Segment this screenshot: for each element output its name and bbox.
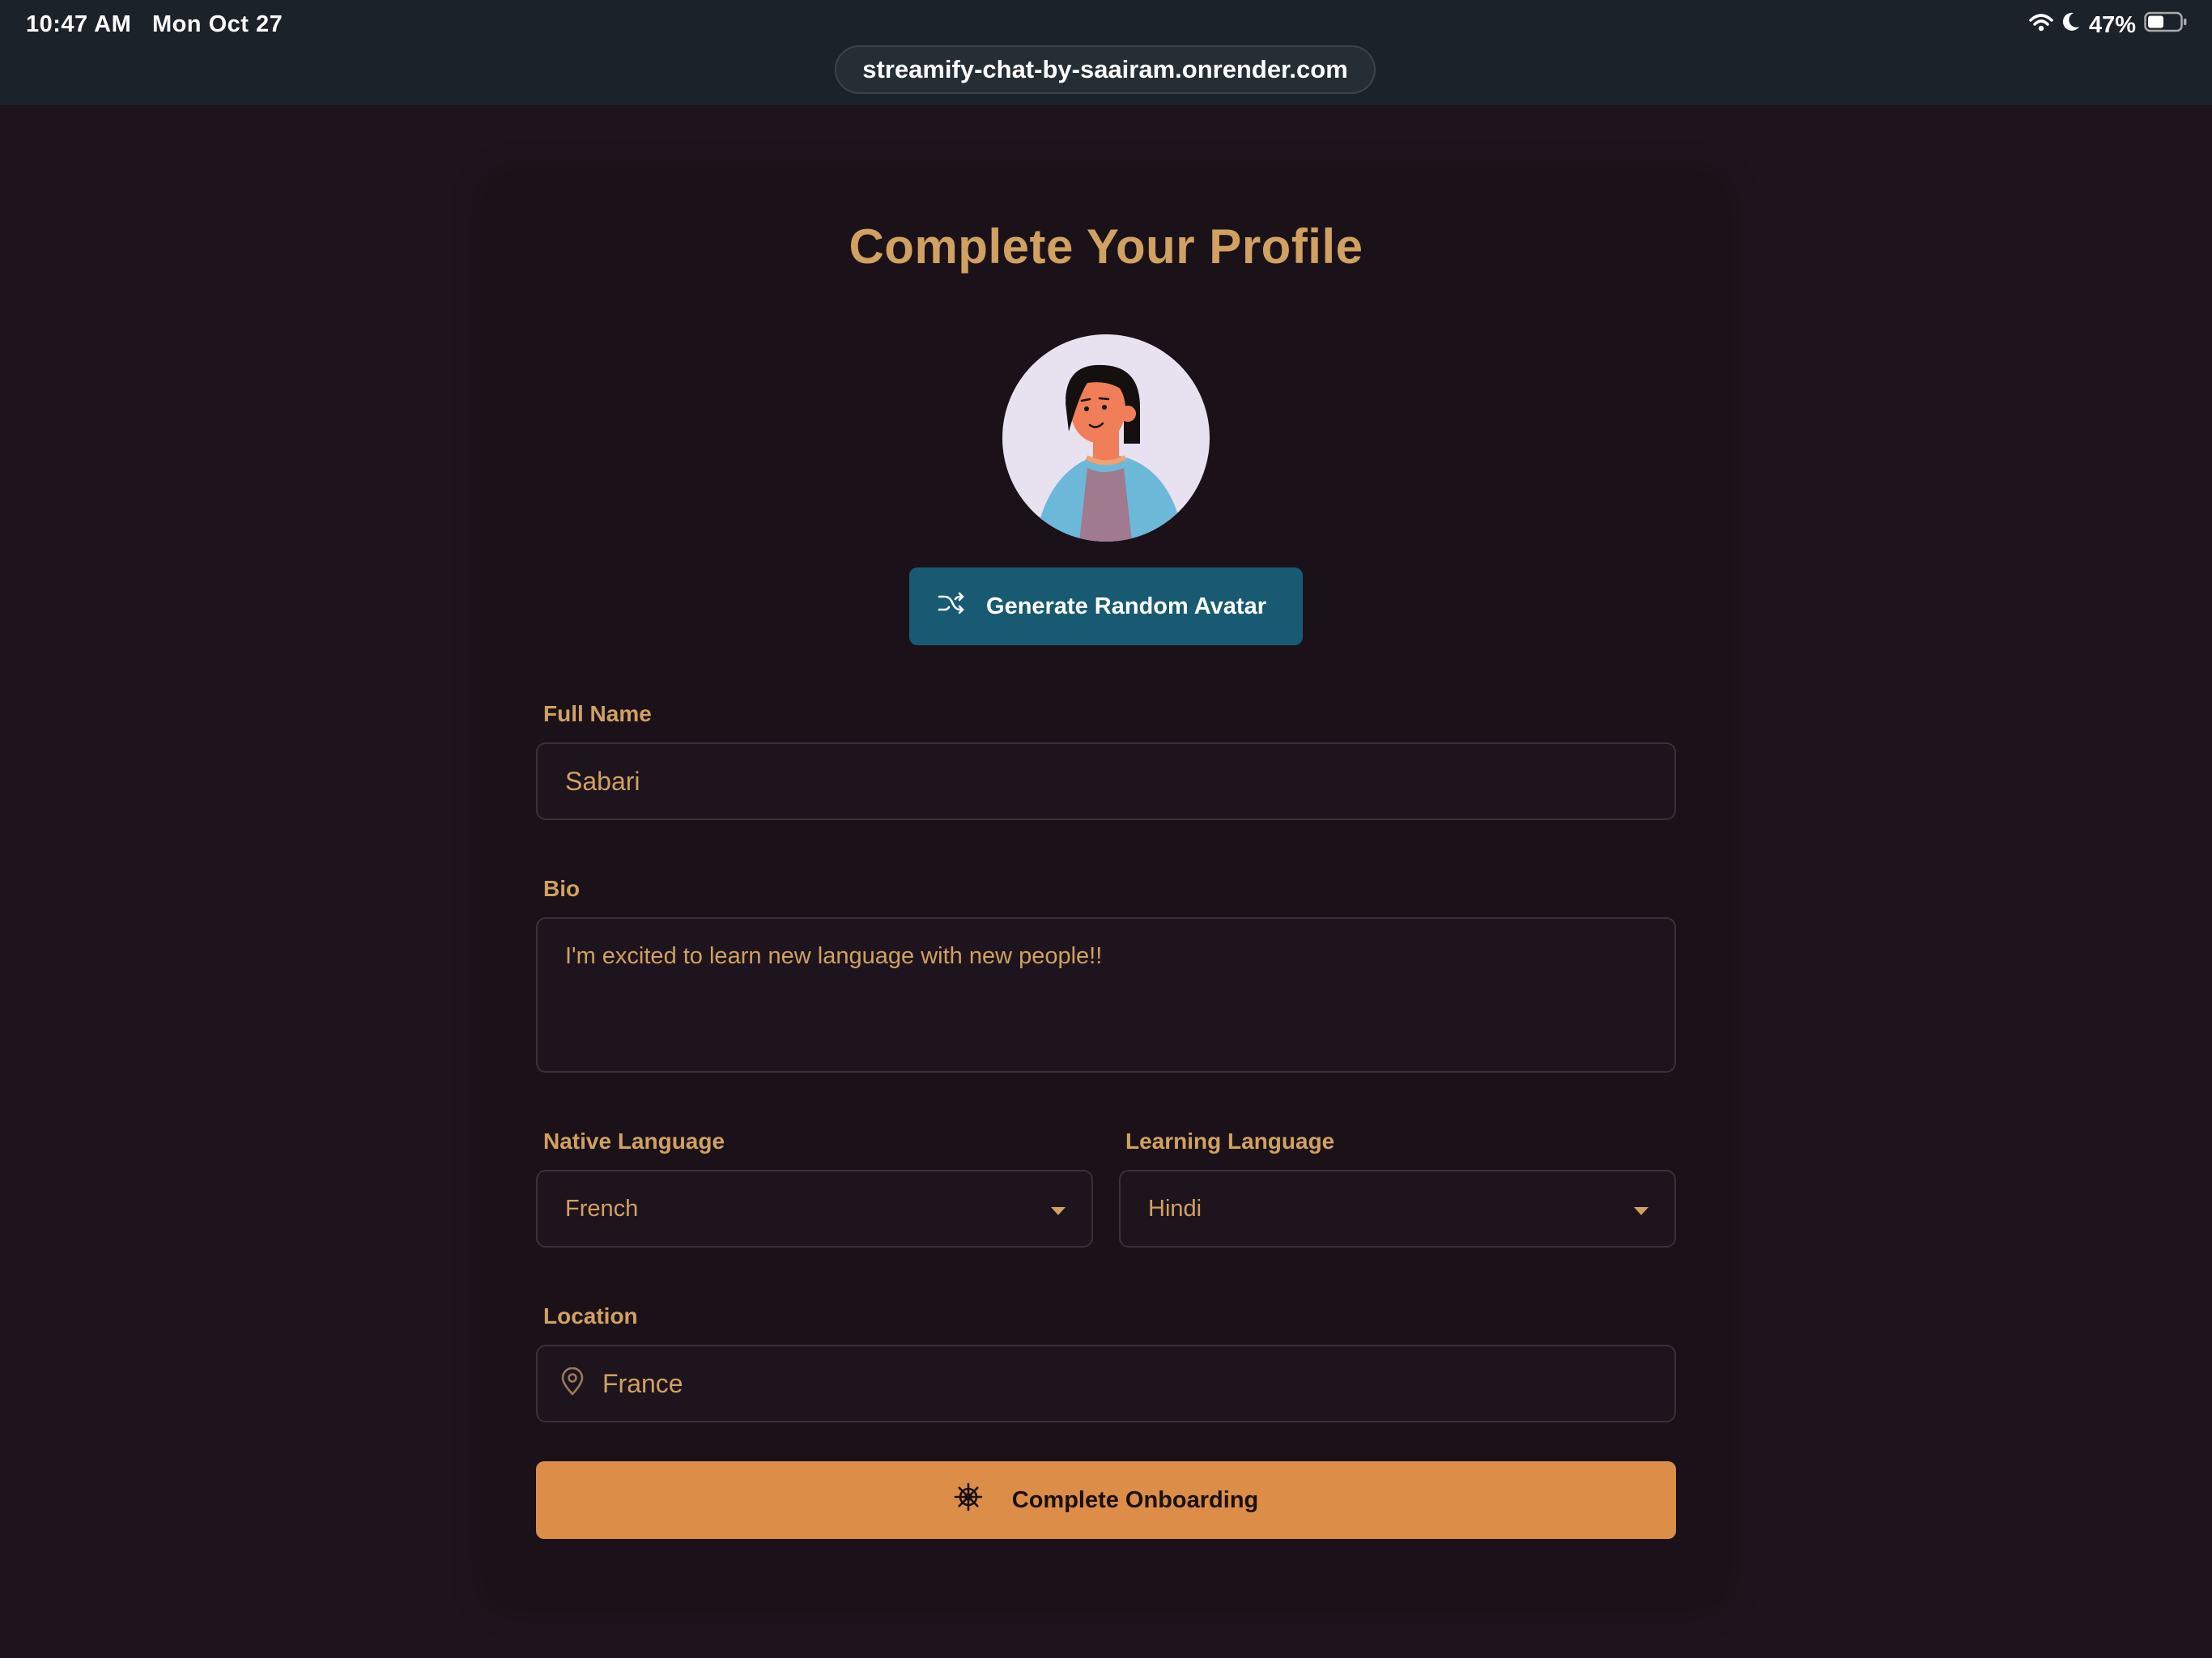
battery-percent: 47%	[2088, 11, 2136, 38]
status-time: 10:47 AM	[26, 11, 132, 37]
bio-textarea[interactable]: I'm excited to learn new language with n…	[536, 917, 1676, 1073]
ship-wheel-icon	[954, 1482, 983, 1518]
status-date: Mon Oct 27	[151, 11, 283, 37]
map-pin-icon	[560, 1367, 585, 1401]
shuffle-icon	[938, 591, 965, 622]
page-title: Complete Your Profile	[849, 219, 1363, 274]
location-value: France	[602, 1368, 683, 1398]
full-name-value: Sabari	[565, 766, 640, 796]
status-icons: 47%	[2029, 11, 2188, 39]
address-bar[interactable]: streamify-chat-by-saairam.onrender.com	[835, 45, 1376, 94]
full-name-input[interactable]: Sabari	[536, 742, 1676, 820]
generate-avatar-label: Generate Random Avatar	[986, 593, 1266, 619]
location-input[interactable]: France	[536, 1345, 1676, 1422]
status-bar: 10:47 AM Mon Oct 27 47% streamify-chat-b…	[0, 0, 2212, 105]
generate-avatar-button[interactable]: Generate Random Avatar	[909, 568, 1303, 645]
native-language-value: French	[565, 1195, 639, 1222]
full-name-label: Full Name	[543, 701, 652, 726]
learning-language-value: Hindi	[1148, 1195, 1202, 1222]
battery-icon	[2144, 11, 2188, 39]
native-language-label: Native Language	[543, 1129, 725, 1154]
address-url: streamify-chat-by-saairam.onrender.com	[862, 55, 1348, 83]
bio-label: Bio	[543, 876, 581, 901]
avatar	[1002, 334, 1210, 542]
complete-onboarding-label: Complete Onboarding	[1011, 1486, 1259, 1513]
bio-value: I'm excited to learn new language with n…	[565, 943, 1103, 969]
chevron-down-icon	[1634, 1207, 1648, 1215]
status-time-date: 10:47 AM Mon Oct 27	[26, 11, 283, 38]
chevron-down-icon	[1051, 1207, 1066, 1215]
location-label: Location	[543, 1303, 638, 1329]
moon-icon	[2061, 11, 2081, 39]
native-language-select[interactable]: French	[536, 1170, 1093, 1248]
complete-onboarding-button[interactable]: Complete Onboarding	[536, 1461, 1676, 1539]
learning-language-label: Learning Language	[1125, 1129, 1335, 1154]
wifi-icon	[2029, 12, 2053, 39]
learning-language-select[interactable]: Hindi	[1119, 1170, 1676, 1248]
